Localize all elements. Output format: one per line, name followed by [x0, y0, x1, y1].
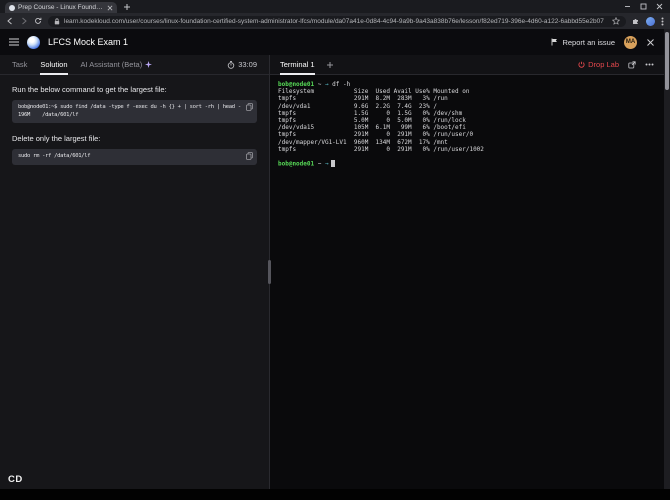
report-issue-button[interactable]: Report an issue	[551, 38, 615, 47]
ai-assistant-label: AI Assistant (Beta)	[81, 60, 143, 69]
prompt-arrow: →	[325, 81, 329, 88]
browser-tab[interactable]: Prep Course - Linux Foundatio	[5, 2, 117, 13]
code-output-1: 196M /data/601/lf	[18, 112, 241, 120]
terminal-screen[interactable]: bob@node01~→df -h Filesystem Size Used A…	[270, 75, 664, 489]
task-panel: Task Solution AI Assistant (Beta) 33:09 …	[0, 55, 270, 489]
url-text[interactable]: learn.kodekloud.com/user/courses/linux-f…	[64, 18, 608, 25]
panel-tab-bar: Task Solution AI Assistant (Beta) 33:09	[0, 55, 269, 75]
terminal-tab-bar: Terminal 1 Drop Lab	[270, 55, 664, 75]
terminal-actions: Drop Lab	[578, 55, 654, 74]
hamburger-menu-icon[interactable]	[9, 38, 19, 46]
power-icon	[578, 61, 585, 68]
window-maximize-icon[interactable]	[640, 3, 647, 10]
terminal-command: df -h	[332, 81, 350, 88]
prompt-user-2: bob@node01	[278, 161, 314, 168]
extensions-icon[interactable]	[632, 17, 640, 25]
add-terminal-icon[interactable]	[326, 55, 334, 74]
code-command-2: sudo rm -rf /data/601/lf	[18, 153, 241, 161]
terminal-panel: Terminal 1 Drop Lab bob@node01~→df -h Fi…	[270, 55, 664, 489]
cd-logo: CD	[8, 474, 23, 485]
browser-menu-icon[interactable]	[661, 17, 664, 26]
close-lab-icon[interactable]	[646, 38, 655, 47]
open-external-icon[interactable]	[628, 61, 636, 69]
page-scrollbar[interactable]	[664, 29, 670, 489]
browser-toolbar: learn.kodekloud.com/user/courses/linux-f…	[0, 13, 670, 29]
tab-ai-assistant[interactable]: AI Assistant (Beta)	[81, 55, 153, 74]
instruction-text-1: Run the below command to get the largest…	[12, 85, 257, 94]
solution-content: Run the below command to get the largest…	[0, 75, 269, 489]
terminal-blank-line	[278, 153, 656, 160]
browser-profile-avatar[interactable]	[646, 17, 655, 26]
window-minimize-icon[interactable]	[624, 3, 631, 10]
prompt-path: ~	[318, 81, 322, 88]
terminal-prompt-line-2: bob@node01 ~→	[278, 160, 656, 168]
instruction-text-2: Delete only the largest file:	[12, 134, 257, 143]
timer: 33:09	[227, 55, 257, 74]
lock-icon	[54, 18, 60, 25]
tab-task[interactable]: Task	[12, 55, 27, 74]
prompt-user: bob@node01	[278, 81, 314, 88]
url-bar[interactable]: learn.kodekloud.com/user/courses/linux-f…	[48, 16, 626, 27]
browser-tab-strip: Prep Course - Linux Foundatio	[0, 0, 670, 13]
forward-icon[interactable]	[20, 17, 28, 25]
flag-icon	[551, 38, 558, 46]
workspace: Task Solution AI Assistant (Beta) 33:09 …	[0, 55, 664, 489]
app-header: LFCS Mock Exam 1 Report an issue MA	[0, 29, 664, 55]
drop-lab-label: Drop Lab	[588, 60, 619, 69]
copy-icon-2[interactable]	[246, 152, 253, 160]
user-avatar[interactable]: MA	[624, 36, 637, 49]
kodekloud-logo	[27, 36, 40, 49]
tab-title: Prep Course - Linux Foundatio	[18, 4, 104, 11]
header-actions: Report an issue MA	[551, 36, 655, 49]
refresh-icon[interactable]	[34, 17, 42, 25]
back-icon[interactable]	[6, 17, 14, 25]
screen: Prep Course - Linux Foundatio learn.kode…	[0, 0, 670, 500]
sparkle-icon	[145, 61, 152, 68]
drop-lab-button[interactable]: Drop Lab	[578, 60, 619, 69]
df-output: Filesystem Size Used Avail Use% Mounted …	[278, 88, 656, 153]
stopwatch-icon	[227, 61, 235, 69]
new-tab-icon[interactable]	[123, 3, 131, 11]
tab-solution[interactable]: Solution	[40, 55, 67, 74]
bottom-bar	[0, 489, 670, 500]
tab-favicon-icon	[9, 5, 15, 11]
report-issue-label: Report an issue	[562, 38, 615, 47]
timer-value: 33:09	[238, 60, 257, 69]
tab-close-icon[interactable]	[107, 5, 113, 11]
window-close-icon[interactable]	[656, 3, 663, 10]
terminal-cursor	[331, 160, 335, 167]
panel-resize-handle[interactable]	[268, 260, 271, 284]
code-command-1: bob@node01:~$ sudo find /data -type f -e…	[18, 104, 241, 112]
tab-terminal-1[interactable]: Terminal 1	[280, 55, 315, 74]
copy-icon[interactable]	[246, 103, 253, 111]
page-title: LFCS Mock Exam 1	[48, 37, 128, 47]
code-block-delete: sudo rm -rf /data/601/lf	[12, 149, 257, 165]
bookmark-star-icon[interactable]	[612, 17, 620, 25]
window-controls	[624, 0, 670, 13]
code-block-find: bob@node01:~$ sudo find /data -type f -e…	[12, 100, 257, 123]
terminal-prompt-line: bob@node01 ~→df -h	[278, 81, 656, 88]
prompt-path-2: ~	[318, 161, 322, 168]
prompt-arrow-2: →	[325, 161, 329, 168]
scrollbar-thumb[interactable]	[665, 32, 669, 90]
terminal-menu-icon[interactable]	[645, 63, 654, 66]
